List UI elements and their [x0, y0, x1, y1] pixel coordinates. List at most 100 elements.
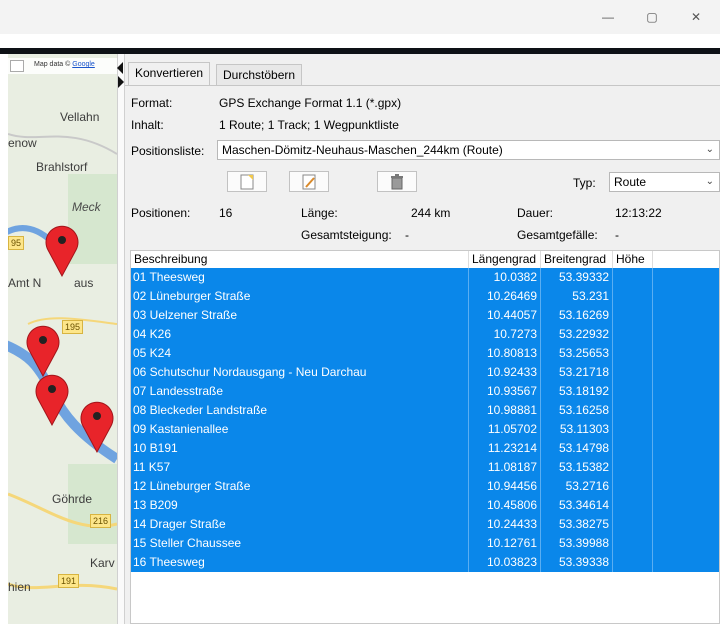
cell-hoehe: [613, 420, 653, 439]
table-row[interactable]: 13 B209 10.45806 53.34614: [131, 496, 719, 515]
cell-beschreibung: 08 Bleckeder Landstraße: [131, 401, 469, 420]
cell-hoehe: [613, 515, 653, 534]
trash-icon: [391, 173, 403, 189]
cell-hoehe: [613, 325, 653, 344]
cell-beschreibung: 03 Uelzener Straße: [131, 306, 469, 325]
cell-beschreibung: 07 Landesstraße: [131, 382, 469, 401]
splitter[interactable]: [117, 54, 125, 624]
delete-button[interactable]: [377, 171, 417, 192]
cell-breitengrad: 53.34614: [541, 496, 613, 515]
inhalt-label: Inhalt:: [131, 118, 164, 132]
cell-beschreibung: 04 K26: [131, 325, 469, 344]
gesamtsteigung-label: Gesamtsteigung:: [301, 228, 392, 242]
column-header-laengengrad[interactable]: Längengrad: [469, 251, 541, 268]
cell-hoehe: [613, 458, 653, 477]
laenge-label: Länge:: [301, 206, 338, 220]
map-view[interactable]: Map data © Google Vellahn enow Brahlstor…: [8, 54, 117, 624]
positionsliste-select[interactable]: Maschen-Dömitz-Neuhaus-Maschen_244km (Ro…: [217, 140, 720, 160]
edit-button[interactable]: [289, 171, 329, 192]
maximize-button[interactable]: ▢: [630, 0, 674, 34]
cell-breitengrad: 53.21718: [541, 363, 613, 382]
close-button[interactable]: ✕: [674, 0, 718, 34]
cell-beschreibung: 06 Schutschur Nordausgang - Neu Darchau: [131, 363, 469, 382]
positionen-value: 16: [219, 206, 233, 220]
table-row[interactable]: 11 K57 11.08187 53.15382: [131, 458, 719, 477]
cell-laengengrad: 10.7273: [469, 325, 541, 344]
table-row[interactable]: 01 Theesweg 10.0382 53.39332: [131, 268, 719, 287]
cell-breitengrad: 53.231: [541, 287, 613, 306]
cell-beschreibung: 09 Kastanienallee: [131, 420, 469, 439]
new-button[interactable]: [227, 171, 267, 192]
column-header-beschreibung[interactable]: Beschreibung: [131, 251, 469, 268]
table-row[interactable]: 14 Drager Straße 10.24433 53.38275: [131, 515, 719, 534]
table-row[interactable]: 09 Kastanienallee 11.05702 53.11303: [131, 420, 719, 439]
cell-laengengrad: 10.93567: [469, 382, 541, 401]
collapse-arrow-icon[interactable]: [117, 60, 125, 90]
format-label: Format:: [131, 96, 173, 110]
cell-laengengrad: 10.98881: [469, 401, 541, 420]
tab-konvertieren[interactable]: Konvertieren: [128, 62, 211, 86]
cell-breitengrad: 53.38275: [541, 515, 613, 534]
table-row[interactable]: 07 Landesstraße 10.93567 53.18192: [131, 382, 719, 401]
map-place-label: hien: [8, 580, 31, 594]
cell-hoehe: [613, 439, 653, 458]
table-row[interactable]: 10 B191 11.23214 53.14798: [131, 439, 719, 458]
map-attribution: Map data © Google: [8, 58, 117, 74]
typ-select[interactable]: Route ⌄: [609, 172, 720, 192]
cell-breitengrad: 53.39988: [541, 534, 613, 553]
cell-beschreibung: 02 Lüneburger Straße: [131, 287, 469, 306]
road-number-badge: 216: [90, 514, 112, 528]
table-row[interactable]: 05 K24 10.80813 53.25653: [131, 344, 719, 363]
cell-laengengrad: 10.03823: [469, 553, 541, 572]
table-row[interactable]: 08 Bleckeder Landstraße 10.98881 53.16258: [131, 401, 719, 420]
cell-beschreibung: 14 Drager Straße: [131, 515, 469, 534]
list-header: Beschreibung Längengrad Breitengrad Höhe: [131, 251, 719, 269]
column-header-breitengrad[interactable]: Breitengrad: [541, 251, 613, 268]
cell-laengengrad: 10.44057: [469, 306, 541, 325]
cell-hoehe: [613, 287, 653, 306]
cell-breitengrad: 53.16258: [541, 401, 613, 420]
cell-beschreibung: 13 B209: [131, 496, 469, 515]
cell-laengengrad: 10.24433: [469, 515, 541, 534]
cell-laengengrad: 11.23214: [469, 439, 541, 458]
cell-beschreibung: 16 Theesweg: [131, 553, 469, 572]
cell-hoehe: [613, 553, 653, 572]
positionsliste-label: Positionsliste:: [131, 144, 205, 158]
map-place-label: aus: [74, 276, 94, 290]
typ-selected: Route: [614, 175, 647, 189]
waypoint-list[interactable]: Beschreibung Längengrad Breitengrad Höhe…: [130, 250, 720, 624]
cell-laengengrad: 10.94456: [469, 477, 541, 496]
table-row[interactable]: 04 K26 10.7273 53.22932: [131, 325, 719, 344]
table-row[interactable]: 02 Lüneburger Straße 10.26469 53.231: [131, 287, 719, 306]
cell-hoehe: [613, 344, 653, 363]
typ-label: Typ:: [573, 176, 596, 190]
table-row[interactable]: 12 Lüneburger Straße 10.94456 53.2716: [131, 477, 719, 496]
table-row[interactable]: 06 Schutschur Nordausgang - Neu Darchau 1…: [131, 363, 719, 382]
cell-beschreibung: 01 Theesweg: [131, 268, 469, 287]
inhalt-value: 1 Route; 1 Track; 1 Wegpunktliste: [219, 118, 399, 132]
cell-laengengrad: 10.45806: [469, 496, 541, 515]
map-place-label: Brahlstorf: [36, 160, 88, 174]
cell-breitengrad: 53.18192: [541, 382, 613, 401]
attribution-text: Map data ©: [34, 61, 71, 68]
map-type-select[interactable]: [10, 60, 24, 72]
edit-document-icon: [302, 174, 316, 189]
road-number-badge: 191: [58, 574, 80, 588]
table-row[interactable]: 15 Steller Chaussee 10.12761 53.39988: [131, 534, 719, 553]
google-link[interactable]: Google: [72, 61, 95, 68]
cell-hoehe: [613, 496, 653, 515]
cell-laengengrad: 10.0382: [469, 268, 541, 287]
cell-laengengrad: 10.26469: [469, 287, 541, 306]
window-titlebar: — ▢ ✕: [0, 0, 720, 34]
cell-hoehe: [613, 268, 653, 287]
cell-beschreibung: 15 Steller Chaussee: [131, 534, 469, 553]
tab-durchstoebern[interactable]: Durchstöbern: [216, 64, 303, 86]
column-header-hoehe[interactable]: Höhe: [613, 251, 653, 268]
cell-beschreibung: 10 B191: [131, 439, 469, 458]
table-row[interactable]: 16 Theesweg 10.03823 53.39338: [131, 553, 719, 572]
table-row[interactable]: 03 Uelzener Straße 10.44057 53.16269: [131, 306, 719, 325]
minimize-button[interactable]: —: [586, 0, 630, 34]
cell-breitengrad: 53.15382: [541, 458, 613, 477]
map-place-label: enow: [8, 136, 37, 150]
cell-hoehe: [613, 534, 653, 553]
